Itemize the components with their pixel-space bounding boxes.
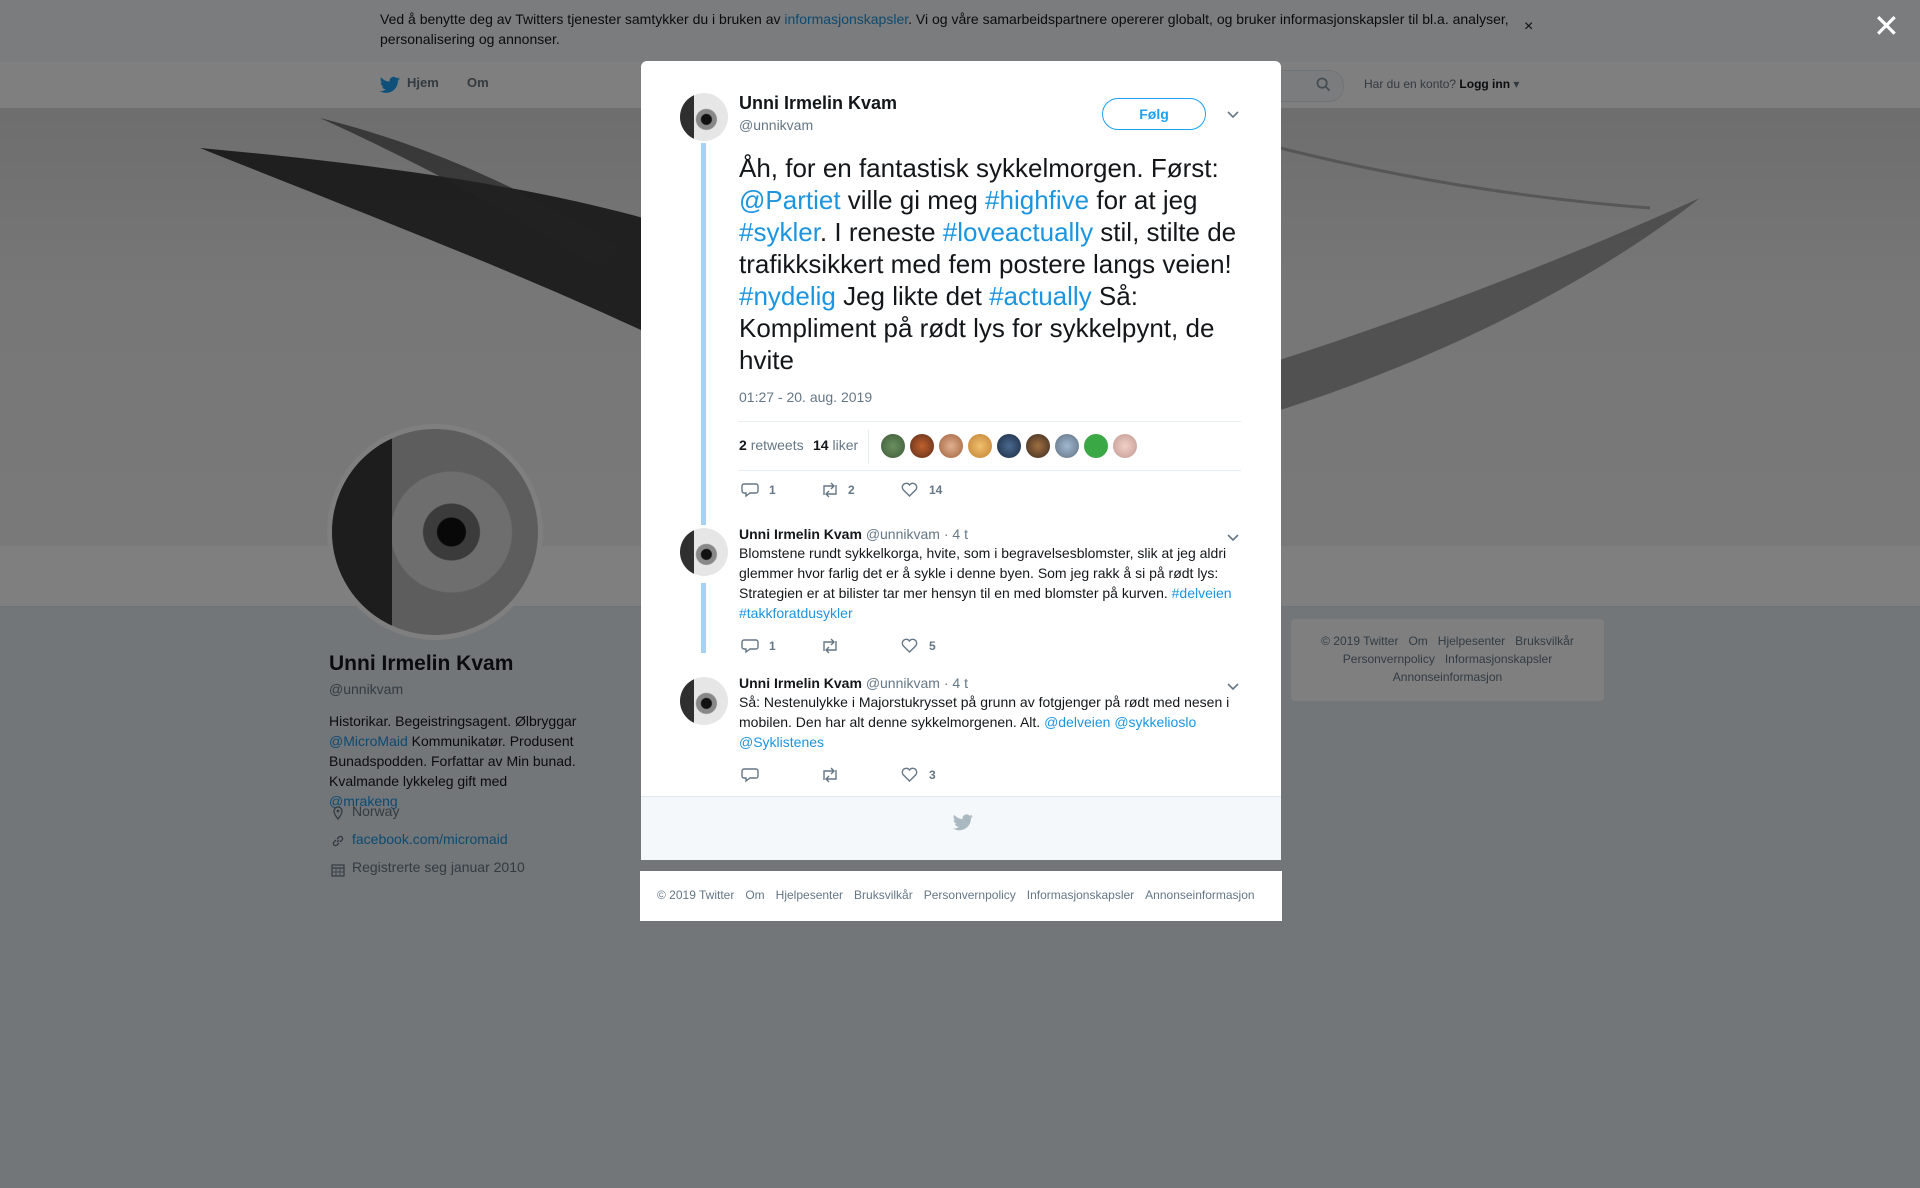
hashtag-takkforatdusykler[interactable]: #takkforatdusykler — [739, 605, 853, 621]
tweet-author-name[interactable]: Unni Irmelin Kvam — [739, 93, 897, 114]
reply-icon[interactable] — [741, 767, 759, 788]
reply-author[interactable]: Unni Irmelin Kvam @unnikvam · 4 t — [739, 675, 968, 691]
avatar[interactable] — [1084, 434, 1108, 458]
tweet-timestamp[interactable]: 01:27 - 20. aug. 2019 — [739, 389, 872, 405]
retweet-icon[interactable] — [820, 638, 840, 659]
mention-syklistenes[interactable]: @Syklistenes — [739, 734, 824, 750]
heart-icon[interactable] — [901, 638, 918, 658]
retweet-icon[interactable] — [820, 767, 840, 788]
avatar[interactable] — [680, 528, 728, 576]
like-count: 3 — [929, 768, 936, 782]
avatar[interactable] — [1055, 434, 1079, 458]
avatar[interactable] — [1113, 434, 1137, 458]
hashtag-loveactually[interactable]: #loveactually — [943, 217, 1093, 247]
footer-copyright: © 2019 Twitter — [657, 888, 735, 902]
thread-line — [701, 583, 706, 653]
reply-text: Blomstene rundt sykkelkorga, hvite, som … — [739, 545, 1232, 621]
avatar[interactable] — [910, 434, 934, 458]
tweet-stats: 2 retweets 14 liker — [739, 421, 1241, 471]
footer-link-about[interactable]: Om — [745, 888, 764, 902]
reply-count: 1 — [769, 483, 776, 497]
avatar[interactable] — [680, 677, 728, 725]
reply-time[interactable]: · 4 t — [944, 675, 968, 691]
avatar[interactable] — [939, 434, 963, 458]
tweet-author-handle[interactable]: @unnikvam — [739, 117, 813, 133]
footer-link-privacy[interactable]: Personvernpolicy — [924, 888, 1016, 902]
hashtag-sykler[interactable]: #sykler — [739, 217, 820, 247]
tweet-text: Åh, for en fantastisk sykkelmorgen. Førs… — [739, 153, 1237, 375]
hashtag-highfive[interactable]: #highfive — [985, 185, 1089, 215]
reply-author[interactable]: Unni Irmelin Kvam @unnikvam · 4 t — [739, 526, 968, 542]
hashtag-actually[interactable]: #actually — [989, 281, 1092, 311]
thread-line — [701, 143, 706, 525]
mention-delveien[interactable]: @delveien — [1044, 714, 1110, 730]
hashtag-delveien[interactable]: #delveien — [1172, 585, 1232, 601]
like-count: 5 — [929, 639, 936, 653]
twitter-bird-icon[interactable] — [953, 814, 973, 837]
reply-time[interactable]: · 4 t — [944, 526, 968, 542]
mention-sykkelioslo[interactable]: @sykkelioslo — [1114, 714, 1196, 730]
retweet-stat[interactable]: 2 retweets — [739, 437, 804, 453]
mention-partiet[interactable]: @Partiet — [739, 185, 841, 215]
reply-count: 1 — [769, 639, 776, 653]
avatar[interactable] — [1026, 434, 1050, 458]
footer-link-help[interactable]: Hjelpesenter — [776, 888, 843, 902]
footer-link-terms[interactable]: Bruksvilkår — [854, 888, 913, 902]
footer-link-ads[interactable]: Annonseinformasjon — [1145, 888, 1254, 902]
footer-link-cookies[interactable]: Informasjonskapsler — [1027, 888, 1134, 902]
avatar[interactable] — [680, 93, 728, 141]
follow-button[interactable]: Følg — [1102, 98, 1206, 130]
hashtag-nydelig[interactable]: #nydelig — [739, 281, 836, 311]
heart-icon[interactable] — [901, 482, 918, 502]
reply-text: Så: Nestenulykke i Majorstukrysset på gr… — [739, 694, 1230, 750]
chevron-down-icon[interactable] — [1227, 108, 1239, 122]
like-stat[interactable]: 14 liker — [813, 437, 858, 453]
close-icon[interactable]: ✕ — [1873, 10, 1900, 42]
avatar[interactable] — [968, 434, 992, 458]
avatar[interactable] — [997, 434, 1021, 458]
bottom-footer: © 2019 Twitter Om Hjelpesenter Bruksvilkår P… — [640, 871, 1282, 921]
like-count: 14 — [929, 483, 943, 497]
divider — [868, 430, 869, 464]
retweet-count: 2 — [848, 483, 855, 497]
heart-icon[interactable] — [901, 767, 918, 787]
reply-icon[interactable] — [741, 638, 759, 659]
retweet-icon[interactable] — [820, 482, 840, 503]
reply-icon[interactable] — [741, 482, 759, 503]
avatar[interactable] — [881, 434, 905, 458]
